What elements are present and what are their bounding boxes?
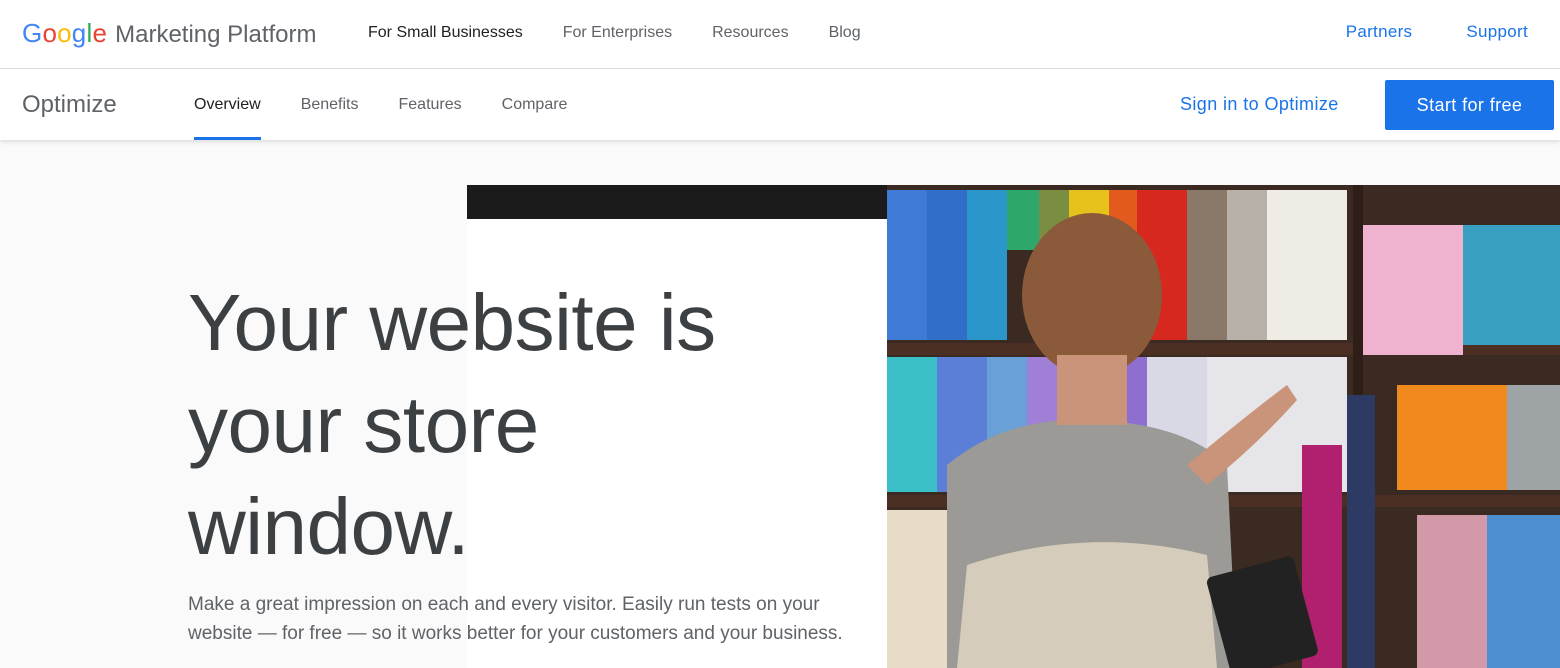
tab-compare[interactable]: Compare <box>502 69 568 140</box>
platform-name: Marketing Platform <box>115 21 317 48</box>
product-title[interactable]: Optimize <box>22 91 117 119</box>
support-link[interactable]: Support <box>1466 22 1528 42</box>
logo-letter: G <box>22 18 43 48</box>
topnav-blog[interactable]: Blog <box>829 24 861 42</box>
hero-description: Make a great impression on each and ever… <box>188 594 843 644</box>
logo-letter: g <box>71 18 87 48</box>
top-nav: For Small Businesses For Enterprises Res… <box>368 24 901 42</box>
yarn-shop-illustration <box>887 185 1560 668</box>
logo-letter: e <box>92 18 108 48</box>
topnav-enterprises[interactable]: For Enterprises <box>563 24 672 42</box>
partners-link[interactable]: Partners <box>1346 22 1413 42</box>
google-marketing-platform-logo[interactable]: Google Marketing Platform <box>22 18 317 50</box>
product-tabs: Overview Benefits Features Compare <box>194 69 607 140</box>
logo-letter: o <box>42 18 58 48</box>
tab-benefits[interactable]: Benefits <box>301 69 359 140</box>
hero-headline: Your website is your store window. <box>188 278 716 571</box>
hero-photo-top-strip <box>467 185 887 219</box>
topnav-small-businesses[interactable]: For Small Businesses <box>368 24 523 42</box>
top-bar: Google Marketing Platform For Small Busi… <box>0 0 1560 69</box>
product-bar: Optimize Overview Benefits Features Comp… <box>0 69 1560 140</box>
hero-photo <box>887 185 1560 668</box>
sign-in-link[interactable]: Sign in to Optimize <box>1180 94 1339 115</box>
start-for-free-button[interactable]: Start for free <box>1385 80 1554 130</box>
google-wordmark: Google <box>22 18 107 49</box>
tab-features[interactable]: Features <box>399 69 462 140</box>
logo-letter: o <box>57 18 72 48</box>
top-right-links: Partners Support <box>1292 22 1528 42</box>
topnav-resources[interactable]: Resources <box>712 24 788 42</box>
tab-overview[interactable]: Overview <box>194 69 261 140</box>
